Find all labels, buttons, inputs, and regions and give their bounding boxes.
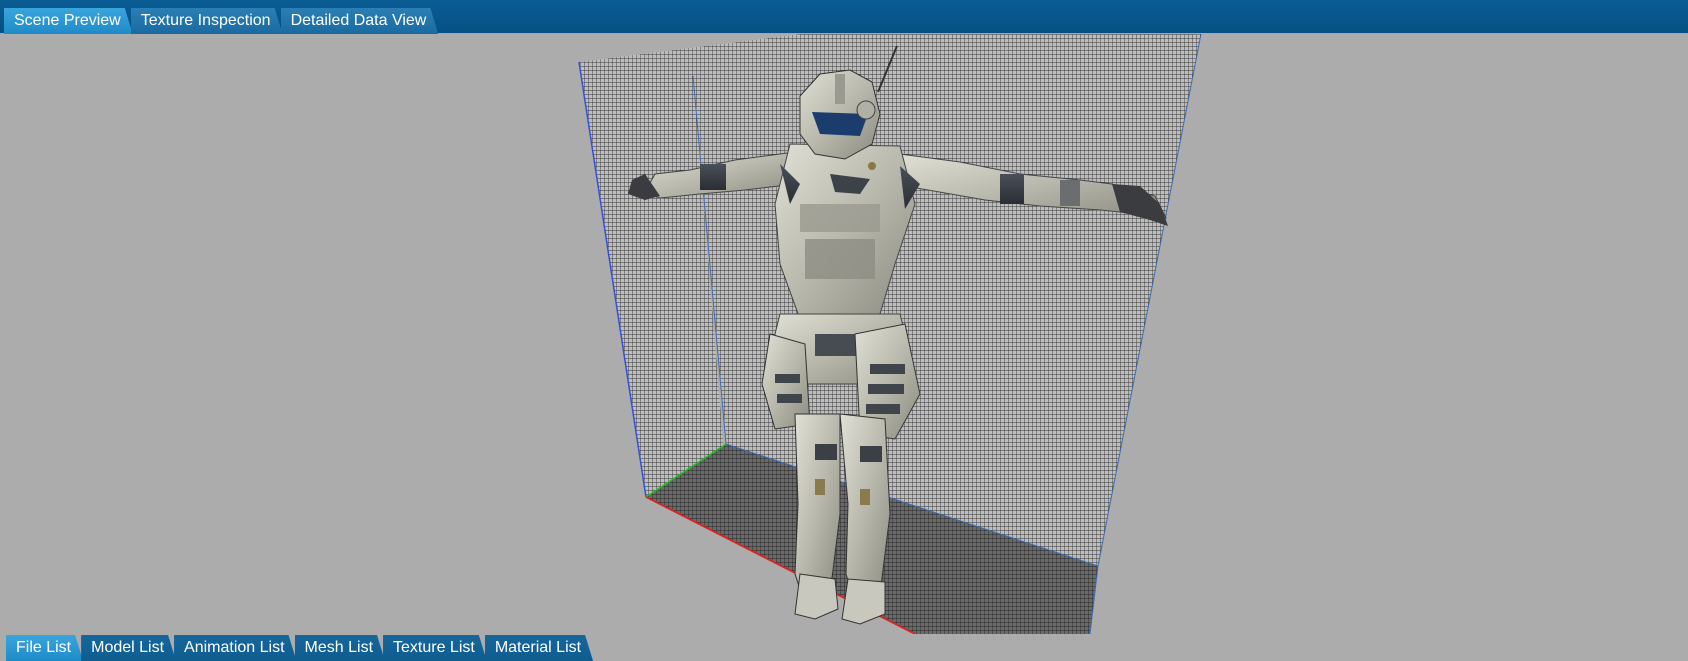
tab-detailed-data-view[interactable]: Detailed Data View	[281, 8, 439, 34]
top-tab-bar: Scene Preview Texture Inspection Detaile…	[0, 0, 1688, 34]
view-tabs: Scene Preview Texture Inspection Detaile…	[4, 8, 436, 34]
tab-texture-inspection[interactable]: Texture Inspection	[131, 8, 283, 34]
scene-viewport[interactable]	[0, 34, 1688, 634]
tab-mesh-list[interactable]: Mesh List	[295, 635, 385, 661]
tab-file-list[interactable]: File List	[6, 635, 83, 661]
tab-model-list[interactable]: Model List	[81, 635, 176, 661]
tab-scene-preview[interactable]: Scene Preview	[4, 8, 133, 34]
scene-canvas[interactable]	[0, 34, 1688, 634]
tab-animation-list[interactable]: Animation List	[174, 635, 297, 661]
tab-material-list[interactable]: Material List	[485, 635, 593, 661]
app-window: Scene Preview Texture Inspection Detaile…	[0, 0, 1688, 661]
list-tabs: File List Model List Animation List Mesh…	[6, 635, 591, 661]
tab-texture-list[interactable]: Texture List	[383, 635, 487, 661]
bottom-tab-bar: File List Model List Animation List Mesh…	[0, 634, 1688, 661]
